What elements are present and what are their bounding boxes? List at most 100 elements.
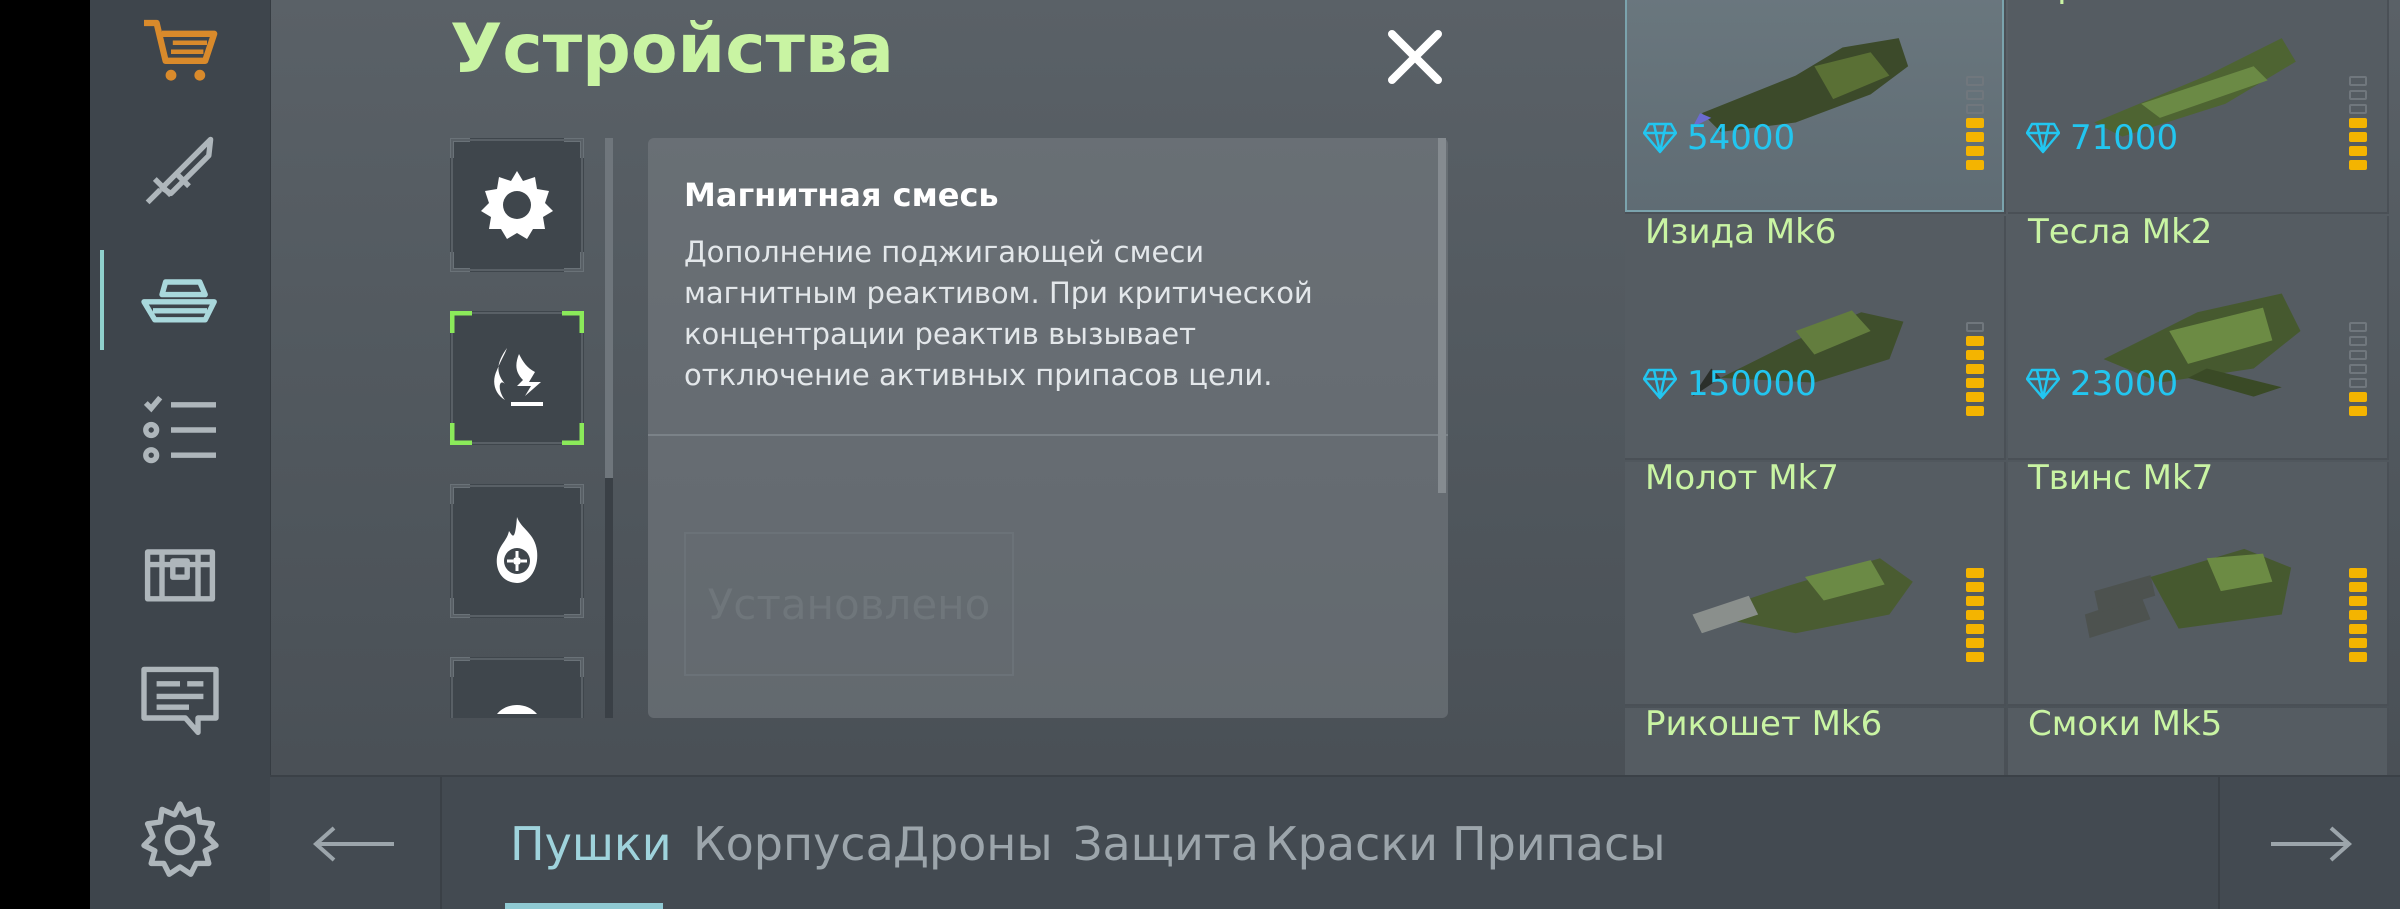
level-bar [1966, 322, 1984, 332]
tab-guns[interactable]: Пушки [510, 817, 672, 871]
tab-supplies[interactable]: Припасы [1452, 817, 1666, 871]
turret-card[interactable]: Огнемет Mk4 54000 [1625, 0, 2006, 214]
upgrade-level-bars [2349, 568, 2369, 666]
tab-paints[interactable]: Краски [1265, 817, 1438, 871]
tab-drones[interactable]: Дроны [893, 817, 1053, 871]
level-bar [2349, 624, 2367, 634]
level-bar [1966, 364, 1984, 374]
shop-cart-icon[interactable] [130, 0, 230, 100]
turret-card[interactable]: Молот Mk7 [1625, 462, 2006, 706]
slot-list-scroll-thumb[interactable] [605, 138, 613, 478]
turret-catalog-grid: Огнемет Mk4 54000 Фриз Mk4 71000 Изида Mk6 15… [1625, 0, 2400, 775]
upgrade-level-bars [1966, 76, 1986, 174]
level-bar [1966, 160, 1984, 170]
close-icon[interactable] [1380, 22, 1450, 92]
turret-price: 71000 [2026, 118, 2178, 158]
level-bar [2349, 596, 2367, 606]
level-bar [1966, 624, 1984, 634]
level-bar [2349, 104, 2367, 114]
upgrade-level-bars [2349, 76, 2369, 174]
price-value: 150000 [1687, 364, 1817, 404]
crystal-icon [2026, 122, 2060, 154]
news-chat-icon[interactable] [130, 650, 230, 750]
upgrade-level-bars [1966, 322, 1986, 420]
crystal-icon [1643, 368, 1677, 400]
missions-list-icon[interactable] [130, 380, 230, 480]
device-detail-panel: Магнитная смесь Дополнение поджигающей с… [648, 138, 1448, 718]
device-slot-gear[interactable] [450, 138, 584, 272]
category-tab-bar: Пушки Корпуса Дроны Защита Краски Припас… [270, 775, 2400, 909]
divider [648, 434, 1448, 436]
settings-gear-icon[interactable] [130, 790, 230, 890]
gear-icon [481, 171, 553, 239]
magnetic-flame-icon [494, 348, 543, 406]
turret-name: Твинс Mk7 [2028, 462, 2214, 498]
turret-card[interactable]: Фриз Mk4 71000 [2008, 0, 2389, 214]
device-slot-drone[interactable] [450, 657, 584, 718]
level-bar [1966, 596, 1984, 606]
turret-card[interactable]: Тесла Mk2 23000 [2008, 216, 2389, 460]
level-bar [1966, 118, 1984, 128]
level-bar [1966, 76, 1984, 86]
container-chest-icon[interactable] [130, 520, 230, 620]
level-bar [1966, 610, 1984, 620]
level-bar [2349, 118, 2367, 128]
device-description: Дополнение поджигающей смеси магнитным р… [684, 235, 1313, 392]
detail-scrollbar[interactable] [1438, 138, 1446, 493]
level-bar [2349, 652, 2367, 662]
level-bar [1966, 350, 1984, 360]
turret-image [2084, 548, 2292, 638]
level-bar [1966, 336, 1984, 346]
turret-card[interactable]: Изида Mk6 150000 [1625, 216, 2006, 460]
level-bar [1966, 582, 1984, 592]
left-navigation [90, 0, 271, 909]
turret-name: Тесла Mk2 [2028, 216, 2213, 252]
installed-button-label: Установлено [707, 579, 991, 629]
turret-image [1680, 748, 1930, 775]
level-bar [2349, 582, 2367, 592]
active-tab-underline [505, 903, 663, 909]
turret-sword-icon[interactable] [130, 120, 230, 220]
level-bar [2349, 160, 2367, 170]
turret-image [1692, 558, 1913, 634]
turret-name: Изида Mk6 [1645, 216, 1837, 252]
level-bar [2349, 90, 2367, 100]
arrow-right-icon[interactable] [2218, 777, 2400, 909]
device-title: Магнитная смесь [684, 176, 999, 214]
device-slot-magnetic-mix[interactable] [450, 311, 584, 445]
price-value: 23000 [2070, 364, 2179, 404]
turret-card[interactable]: Смоки Mk5 [2008, 708, 2389, 775]
garage-screen: Устройства Магнитная смесь Дополнение по… [90, 0, 2400, 909]
installed-button[interactable]: Установлено [684, 532, 1014, 676]
turret-image [2063, 748, 2313, 775]
hull-icon[interactable] [130, 250, 230, 350]
device-slot-fire-ammo[interactable] [450, 484, 584, 618]
level-bar [1966, 90, 1984, 100]
level-bar [1966, 104, 1984, 114]
nav-active-indicator [100, 250, 104, 350]
level-bar [1966, 406, 1984, 416]
level-bar [2349, 392, 2367, 402]
crystal-icon [1643, 122, 1677, 154]
level-bar [1966, 146, 1984, 156]
tab-protection[interactable]: Защита [1073, 817, 1259, 871]
upgrade-level-bars [2349, 322, 2369, 420]
turret-name: Молот Mk7 [1645, 462, 1839, 498]
level-bar [2349, 568, 2367, 578]
level-bar [2349, 336, 2367, 346]
price-value: 54000 [1687, 118, 1796, 158]
tab-hulls[interactable]: Корпуса [693, 817, 894, 871]
price-value: 71000 [2070, 118, 2179, 158]
crystal-icon [2026, 368, 2060, 400]
level-bar [1966, 638, 1984, 648]
page-title: Устройства [450, 10, 894, 89]
turret-card[interactable]: Рикошет Mk6 [1625, 708, 2006, 775]
turret-price: 150000 [1643, 364, 1817, 404]
level-bar [1966, 652, 1984, 662]
drone-icon [497, 705, 537, 714]
level-bar [1966, 378, 1984, 388]
level-bar [2349, 146, 2367, 156]
turret-card[interactable]: Твинс Mk7 [2008, 462, 2389, 706]
level-bar [2349, 322, 2367, 332]
arrow-left-icon[interactable] [270, 777, 442, 909]
